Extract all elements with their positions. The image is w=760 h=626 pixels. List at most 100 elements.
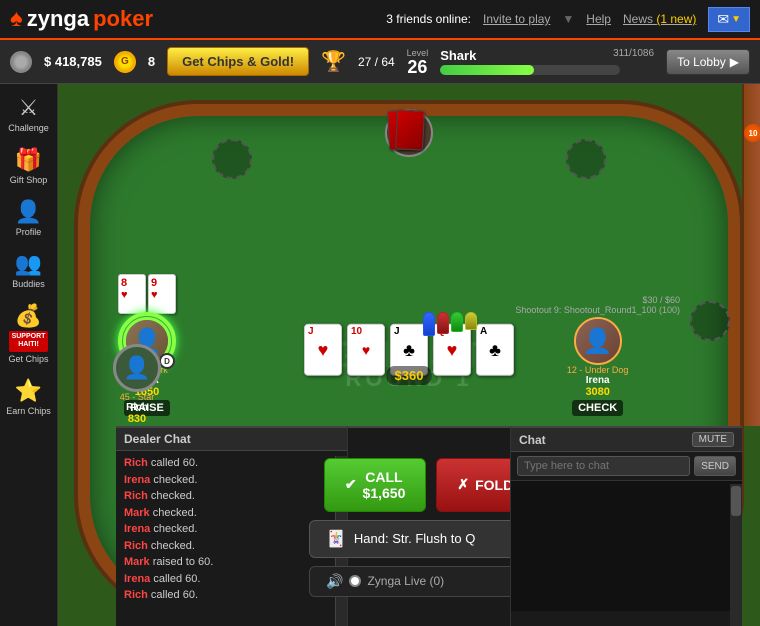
action-area: ✔ CALL $1,650 ✗ FOLD 🃏 Hand: Str. Flush … xyxy=(348,426,510,626)
news-link[interactable]: News (1 new) xyxy=(623,12,696,26)
chat-message-2: Irena checked. xyxy=(124,472,339,489)
x-icon: ✗ xyxy=(457,476,469,493)
community-card-1: J ♥ xyxy=(304,324,342,376)
chips-icon xyxy=(10,51,32,73)
send-button[interactable]: SEND xyxy=(694,456,736,476)
chat-message-4: Mark checked. xyxy=(124,505,339,522)
logo: ♠ zynga poker xyxy=(10,5,153,33)
checkmark-icon: ✔ xyxy=(345,476,357,493)
sidebar-item-buddies[interactable]: 👥 Buddies xyxy=(2,245,56,295)
deck-cards xyxy=(388,110,444,150)
chips-amount: $ 418,785 xyxy=(44,54,102,69)
mark-hole-cards: 8♥ 9♥ xyxy=(118,274,176,314)
chat-message-7: Mark raised to 60. xyxy=(124,554,339,571)
trophy-icon: 🏆 xyxy=(321,49,346,74)
chat-input[interactable] xyxy=(517,456,690,476)
rich-chips: 830 xyxy=(128,413,146,425)
chat-messages[interactable] xyxy=(511,481,742,611)
hole-card-1: 8♥ xyxy=(118,274,146,314)
sidebar-item-giftshop[interactable]: 🎁 Gift Shop xyxy=(2,141,56,191)
gold-amount: 8 xyxy=(148,54,155,69)
hand-icon: 🃏 xyxy=(326,529,346,549)
support-haiti-badge: SUPPORTHAITI! xyxy=(9,331,49,352)
right-wood-panel: 10 xyxy=(742,84,760,426)
rich-avatar: 👤 xyxy=(113,344,161,392)
deck-card-2 xyxy=(395,109,425,150)
logo-icon: ♠ xyxy=(10,5,23,33)
sidebar-item-getchips[interactable]: 💰 SUPPORTHAITI! Get Chips xyxy=(2,297,56,370)
giftshop-icon: 🎁 xyxy=(15,147,42,173)
empty-seat-3 xyxy=(690,301,730,341)
game-area: GHOST ROUND 1 J ♥ 10 ♥ J ♣ xyxy=(58,84,760,626)
player-mid-right xyxy=(690,301,730,341)
invite-play-link[interactable]: Invite to play xyxy=(483,12,550,26)
topbar: ♠ zynga poker 3 friends online: Invite t… xyxy=(0,0,760,40)
sidebar-item-earnchips[interactable]: ⭐ Earn Chips xyxy=(2,372,56,422)
irena-level: 12 - Under Dog xyxy=(567,365,629,375)
sidebar-label-buddies: Buddies xyxy=(12,279,45,289)
chat-scrollbar[interactable] xyxy=(730,484,742,626)
chat-message-5: Irena checked. xyxy=(124,521,339,538)
arrow-right-icon: ▶ xyxy=(730,55,739,69)
chat-message-3: Rich checked. xyxy=(124,488,339,505)
irena-avatar: 👤 xyxy=(574,317,622,365)
xp-bar-background xyxy=(440,65,620,75)
irena-chips: 3080 xyxy=(585,386,609,398)
sound-icon: 🔊 xyxy=(326,573,343,590)
get-chips-button[interactable]: Get Chips & Gold! xyxy=(167,47,309,76)
topbar-right: 3 friends online: Invite to play ▼ Help … xyxy=(386,7,750,32)
level-box: Level 26 xyxy=(407,48,429,76)
empty-seat-2 xyxy=(566,139,606,179)
action-buttons: ✔ CALL $1,650 ✗ FOLD xyxy=(324,458,534,512)
irena-action: CHECK xyxy=(572,400,623,416)
rich-name: Rich xyxy=(126,402,148,413)
buddies-icon: 👥 xyxy=(15,251,42,277)
chat-message-10: Irena checked. xyxy=(124,604,339,607)
mute-button[interactable]: MUTE xyxy=(692,432,734,447)
friends-online-text: 3 friends online: xyxy=(386,12,471,26)
right-chat: Chat MUTE SEND xyxy=(510,426,742,626)
chat-scroll-thumb xyxy=(731,486,741,516)
player-top-left xyxy=(212,139,252,179)
sidebar-label-challenge: Challenge xyxy=(8,123,49,133)
community-card-2: 10 ♥ xyxy=(347,324,385,376)
profile-icon: 👤 xyxy=(15,199,42,225)
xp-bar-container: Shark 311/1086 xyxy=(440,48,654,75)
mail-button[interactable]: ✉ ▼ xyxy=(708,7,750,32)
community-card-5: A ♣ xyxy=(476,324,514,376)
rank-info: 27 / 64 xyxy=(358,55,395,69)
notification-arrow: ▼ xyxy=(731,14,741,25)
center-chips xyxy=(423,312,477,336)
to-lobby-button[interactable]: To Lobby ▶ xyxy=(666,49,750,75)
player-irena: $30 / $60 Shootout 9: Shootout_Round1_10… xyxy=(515,295,680,416)
irena-game-info: $30 / $60 Shootout 9: Shootout_Round1_10… xyxy=(515,295,680,315)
sidebar-item-challenge[interactable]: ⚔ Challenge xyxy=(2,89,56,139)
bottom-area: Dealer Chat Rich called 60. Irena checke… xyxy=(116,426,742,626)
help-link[interactable]: Help xyxy=(586,12,611,26)
challenge-icon: ⚔ xyxy=(19,95,39,121)
xp-bar-fill xyxy=(440,65,534,75)
getchips-icon: 💰 xyxy=(15,303,42,329)
sidebar: ⚔ Challenge 🎁 Gift Shop 👤 Profile 👥 Budd… xyxy=(0,84,58,626)
gold-icon: G xyxy=(114,51,136,73)
chat-title-bar: Chat MUTE xyxy=(511,428,742,452)
dealer-chat-title: Dealer Chat xyxy=(116,428,347,451)
sidebar-label-profile: Profile xyxy=(16,227,42,237)
sidebar-label-earnchips: Earn Chips xyxy=(6,406,51,416)
right-panel-chip: 10 xyxy=(744,124,760,142)
chat-title: Chat xyxy=(519,433,546,447)
chat-message-1: Rich called 60. xyxy=(124,455,339,472)
hole-card-2: 9♥ xyxy=(148,274,176,314)
chat-input-row: SEND xyxy=(511,452,742,481)
player-rich: 👤 45 - Star Rich 830 $3,080 xyxy=(113,344,161,439)
statusbar: $ 418,785 G 8 Get Chips & Gold! 🏆 27 / 6… xyxy=(0,40,760,84)
mail-icon: ✉ xyxy=(717,11,729,28)
empty-seat-1 xyxy=(212,139,252,179)
pot-display: $360 xyxy=(387,366,432,385)
main-area: ⚔ Challenge 🎁 Gift Shop 👤 Profile 👥 Budd… xyxy=(0,84,760,626)
rich-level: 45 - Star xyxy=(120,392,155,402)
chat-message-9: Rich called 60. xyxy=(124,587,339,604)
earnchips-icon: ⭐ xyxy=(15,378,42,404)
sidebar-item-profile[interactable]: 👤 Profile xyxy=(2,193,56,243)
call-button[interactable]: ✔ CALL $1,650 xyxy=(324,458,427,512)
